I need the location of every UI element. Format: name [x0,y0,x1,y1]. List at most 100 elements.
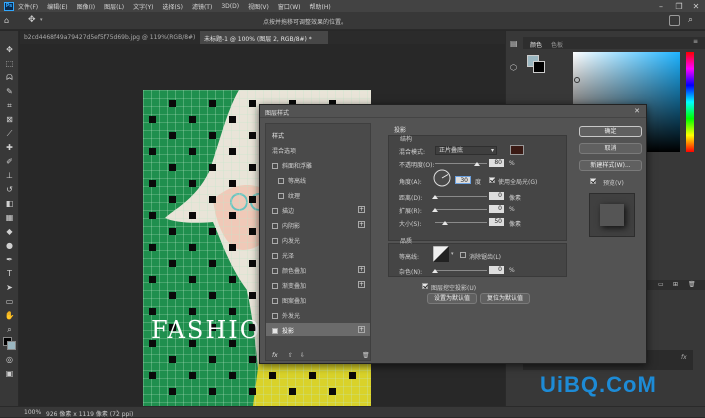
eyedropper-icon[interactable]: ⟋ [4,129,15,139]
status-chevron-icon[interactable]: › [116,408,118,415]
screen-mode-icon[interactable]: ▣ [4,369,15,379]
styles-header[interactable]: 样式 [266,128,370,141]
style-item-checkbox[interactable] [272,208,278,214]
tab-document-2[interactable]: 未标题-1 @ 100% (图层 2, RGB/8#) * [200,31,328,44]
style-item[interactable]: 光泽 [266,248,370,261]
style-item[interactable]: 描边 + [266,203,370,216]
background-color-swatch[interactable] [7,341,16,350]
marquee-icon[interactable]: ⬚ [4,59,15,69]
lasso-icon[interactable]: ᗣ [4,73,15,83]
opacity-field[interactable]: 80 [489,159,504,167]
pen-icon[interactable]: ✒ [4,255,15,265]
tab-color[interactable]: 颜色 [530,40,542,49]
add-effect-icon[interactable]: + [358,221,365,228]
blend-mode-select[interactable]: 正片叠底 ▾ [435,146,497,155]
knockout-checkbox[interactable] [422,283,428,289]
menu-edit[interactable]: 编辑(E) [47,2,67,11]
menu-view[interactable]: 视图(V) [248,2,269,11]
antialias-checkbox[interactable] [460,252,466,258]
chevron-down-icon[interactable]: ▾ [40,17,43,23]
preview-checkbox[interactable] [590,178,596,184]
quick-mask-icon[interactable]: ◎ [4,355,15,365]
style-item-checkbox[interactable] [272,328,278,334]
dialog-title-bar[interactable]: 图层样式 ✕ [260,105,646,118]
style-item[interactable]: 投影 + [266,323,370,336]
stamp-icon[interactable]: ⊥ [4,171,15,181]
style-item-checkbox[interactable] [272,163,278,169]
color-picker-marker[interactable] [574,77,580,83]
delete-icon[interactable]: 🗑 [688,281,696,288]
menu-file[interactable]: 文件(F) [18,2,38,11]
gradient-icon[interactable]: ▦ [4,213,15,223]
shadow-color-swatch[interactable] [510,145,524,155]
new-style-button[interactable]: 新建样式(W)... [579,160,642,171]
zoom-icon[interactable]: ⌕ [4,325,15,335]
style-item-checkbox[interactable] [278,178,284,184]
blur-icon[interactable]: ◆ [4,227,15,237]
add-effect-icon[interactable]: + [358,266,365,273]
style-item[interactable]: 渐变叠加 + [266,278,370,291]
distance-slider-knob[interactable] [432,195,438,199]
size-field[interactable]: 50 [489,218,504,226]
tab-swatches[interactable]: 色板 [551,40,563,49]
menu-type[interactable]: 文字(Y) [133,2,153,11]
spread-slider-track[interactable] [435,209,487,210]
healing-icon[interactable]: ✚ [4,143,15,153]
style-item[interactable]: 图案叠加 [266,293,370,306]
type-icon[interactable]: T [4,269,15,279]
menu-image[interactable]: 图像(I) [77,2,95,11]
style-item-checkbox[interactable] [272,253,278,259]
eraser-icon[interactable]: ◧ [4,199,15,209]
style-item[interactable]: 斜面和浮雕 [266,158,370,171]
close-icon[interactable]: ✕ [634,107,640,115]
noise-field[interactable]: 0 [489,266,504,274]
reset-default-button[interactable]: 复位为默认值 [480,293,530,304]
spread-field[interactable]: 0 [489,205,504,213]
chevron-down-icon[interactable]: ▾ [451,251,454,257]
minimize-icon[interactable]: – [652,0,670,12]
ok-button[interactable]: 确定 [579,126,642,137]
home-icon[interactable]: ⌂ [4,16,9,25]
share-icon[interactable] [669,15,680,26]
3d-icon[interactable]: ⬡ [510,63,517,72]
set-default-button[interactable]: 设置为默认值 [427,293,477,304]
menu-window[interactable]: 窗口(W) [278,2,301,11]
size-slider-knob[interactable] [442,221,449,225]
blending-options-item[interactable]: 混合选项 [266,143,370,156]
style-item-checkbox[interactable] [272,298,278,304]
move-icon[interactable]: ✥ [4,45,15,55]
contour-picker[interactable] [433,246,449,262]
style-item[interactable]: 颜色叠加 + [266,263,370,276]
search-icon[interactable]: ⌕ [688,15,693,25]
new-layer-icon[interactable]: ⊞ [673,281,678,288]
move-down-icon[interactable]: ⇩ [300,352,305,359]
opacity-slider-knob[interactable] [473,162,480,166]
style-item[interactable]: 内阴影 + [266,218,370,231]
style-item[interactable]: 纹理 [266,188,370,201]
menu-help[interactable]: 帮助(H) [310,2,331,11]
move-tool-icon[interactable]: ✥ [28,15,36,25]
menu-layer[interactable]: 图层(L) [104,2,124,11]
delete-effect-icon[interactable]: 🗑 [362,352,370,359]
zoom-level[interactable]: 100% [24,409,41,416]
style-item[interactable]: 外发光 [266,308,370,321]
path-select-icon[interactable]: ➤ [4,283,15,293]
crop-icon[interactable]: ⌗ [4,101,15,111]
global-light-checkbox[interactable] [489,177,495,183]
history-icon[interactable]: ▤ [510,39,518,48]
menu-3d[interactable]: 3D(D) [221,3,239,10]
angle-field[interactable]: 30 [455,176,471,184]
style-item-checkbox[interactable] [272,283,278,289]
style-item-checkbox[interactable] [272,313,278,319]
restore-icon[interactable]: ❐ [670,0,688,12]
style-item[interactable]: 内发光 [266,233,370,246]
menu-select[interactable]: 选择(S) [162,2,183,11]
dodge-icon[interactable]: ● [4,241,15,251]
background-color-swatch[interactable] [533,61,545,73]
style-item-checkbox[interactable] [278,193,284,199]
tab-document-1[interactable]: b2cd4468f49a79427d5ef5f75d69b.jpg @ 119%… [20,31,200,44]
noise-slider-track[interactable] [435,270,487,271]
style-item-checkbox[interactable] [272,238,278,244]
style-item-checkbox[interactable] [272,223,278,229]
close-window-icon[interactable]: ✕ [687,0,705,12]
